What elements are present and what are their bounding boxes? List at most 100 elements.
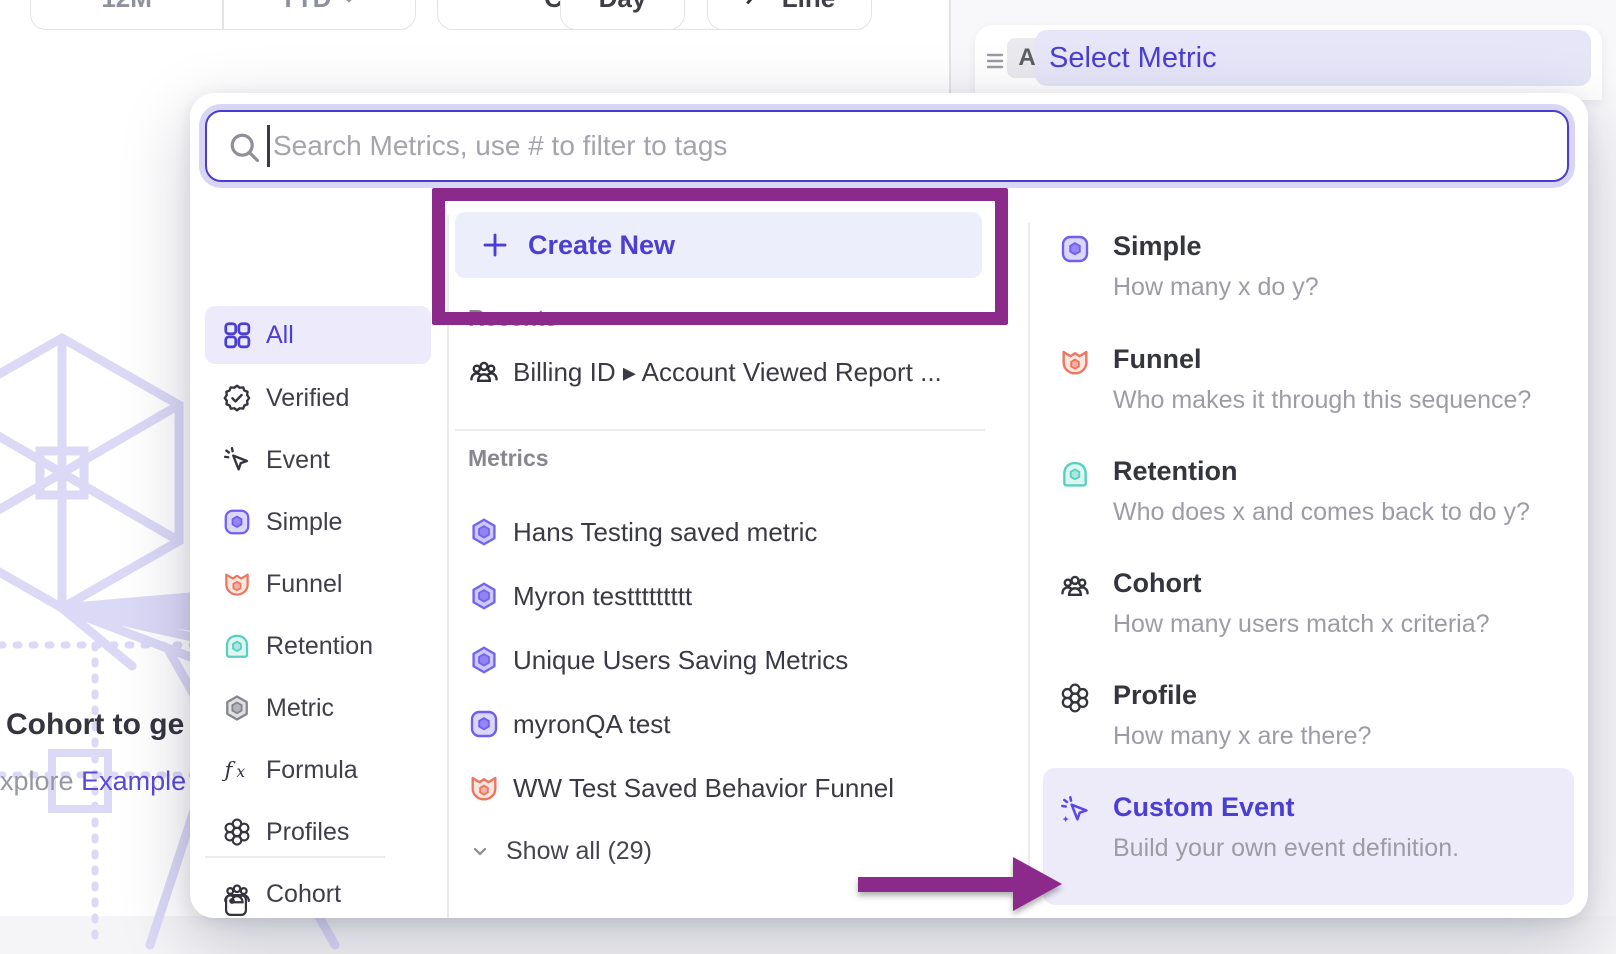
type-title: Profile bbox=[1113, 680, 1197, 711]
svg-text:ƒ: ƒ bbox=[222, 758, 237, 783]
retention-icon bbox=[1059, 458, 1091, 490]
profiles-flower-icon bbox=[1059, 682, 1091, 714]
type-cohort[interactable]: Cohort How many users match x criteria? bbox=[1043, 568, 1575, 663]
show-all-button[interactable]: Show all (29) bbox=[468, 828, 888, 874]
funnel-icon bbox=[1059, 346, 1091, 378]
sidebar-item-funnel[interactable]: Funnel bbox=[205, 555, 431, 613]
funnel-icon bbox=[468, 772, 500, 804]
sidebar-item-label: Simple bbox=[266, 508, 342, 537]
tag-icon[interactable] bbox=[222, 891, 250, 918]
column-divider bbox=[1028, 223, 1030, 883]
metric-list-item[interactable]: myronQA test bbox=[468, 700, 1008, 748]
simple-metric-icon bbox=[222, 507, 252, 537]
verified-badge-icon bbox=[222, 383, 252, 413]
recent-item-label: Billing ID ▸ Account Viewed Report ... bbox=[513, 357, 942, 388]
sidebar-item-label: All bbox=[266, 321, 294, 350]
cohort-people-icon bbox=[1059, 570, 1091, 602]
cohort-people-icon bbox=[468, 356, 500, 388]
saved-metric-icon bbox=[468, 644, 500, 676]
annotation-highlight-box bbox=[432, 188, 1008, 325]
search-box bbox=[205, 110, 1569, 182]
event-cursor-icon bbox=[222, 445, 252, 475]
metric-item-label: Hans Testing saved metric bbox=[513, 517, 817, 548]
background-explore-line: xplore Example bbox=[0, 766, 186, 797]
type-profile[interactable]: Profile How many x are there? bbox=[1043, 680, 1575, 775]
granularity-button[interactable]: Day bbox=[560, 0, 685, 30]
select-metric-button[interactable]: Select Metric bbox=[1035, 30, 1591, 86]
sidebar-divider bbox=[205, 856, 385, 858]
type-description: How many users match x criteria? bbox=[1113, 610, 1490, 639]
chart-type-label: Line bbox=[782, 0, 835, 14]
type-title: Cohort bbox=[1113, 568, 1201, 599]
custom-event-icon bbox=[1059, 794, 1091, 826]
range-ytd-button[interactable]: YTD bbox=[224, 0, 415, 29]
text-caret bbox=[267, 125, 270, 167]
sidebar-item-profiles[interactable]: Profiles bbox=[205, 803, 431, 861]
metrics-section-label: Metrics bbox=[468, 445, 549, 472]
metric-list-item[interactable]: Unique Users Saving Metrics bbox=[468, 636, 1008, 684]
type-funnel[interactable]: Funnel Who makes it through this sequenc… bbox=[1043, 344, 1575, 439]
sidebar-item-formula[interactable]: ƒ x Formula bbox=[205, 741, 431, 799]
background-headline-fragment: Cohort to ge bbox=[6, 708, 184, 742]
sidebar-item-label: Funnel bbox=[266, 570, 342, 599]
type-title: Custom Event bbox=[1113, 792, 1295, 823]
sidebar-item-label: Formula bbox=[266, 756, 358, 785]
granularity-label: Day bbox=[599, 0, 647, 14]
metric-item-label: myronQA test bbox=[513, 709, 671, 740]
show-all-label: Show all (29) bbox=[506, 837, 652, 866]
sidebar-item-retention[interactable]: Retention bbox=[205, 617, 431, 675]
chevron-down-icon bbox=[339, 0, 359, 8]
simple-metric-icon bbox=[468, 708, 500, 740]
type-description: How many x are there? bbox=[1113, 722, 1371, 751]
svg-text:x: x bbox=[236, 763, 245, 781]
search-icon bbox=[227, 130, 263, 166]
sidebar-item-label: Metric bbox=[266, 694, 334, 723]
funnel-icon bbox=[222, 569, 252, 599]
type-title: Simple bbox=[1113, 231, 1202, 262]
sidebar-item-metric[interactable]: Metric bbox=[205, 679, 431, 737]
metric-item-label: Unique Users Saving Metrics bbox=[513, 645, 848, 676]
type-description: How many x do y? bbox=[1113, 273, 1319, 302]
type-simple[interactable]: Simple How many x do y? bbox=[1043, 231, 1575, 326]
select-metric-label: Select Metric bbox=[1049, 42, 1217, 75]
metric-list-item[interactable]: WW Test Saved Behavior Funnel bbox=[468, 764, 1008, 812]
type-description: Who makes it through this sequence? bbox=[1113, 386, 1531, 415]
retention-icon bbox=[222, 631, 252, 661]
formula-icon: ƒ x bbox=[222, 755, 252, 785]
sidebar-item-label: Retention bbox=[266, 632, 373, 661]
metric-item-label: Myron testtttttttt bbox=[513, 581, 692, 612]
grid-icon bbox=[222, 320, 252, 350]
sidebar-item-verified[interactable]: Verified bbox=[205, 369, 431, 427]
simple-metric-icon bbox=[1059, 233, 1091, 265]
chart-type-button[interactable]: Line bbox=[707, 0, 872, 30]
profiles-flower-icon bbox=[222, 817, 252, 847]
type-title: Retention bbox=[1113, 456, 1238, 487]
metric-item-label: WW Test Saved Behavior Funnel bbox=[513, 773, 894, 804]
type-retention[interactable]: Retention Who does x and comes back to d… bbox=[1043, 456, 1575, 551]
middle-divider bbox=[455, 429, 985, 431]
type-description: Who does x and comes back to do y? bbox=[1113, 498, 1530, 527]
sidebar-item-simple[interactable]: Simple bbox=[205, 493, 431, 551]
metric-list-item[interactable]: Hans Testing saved metric bbox=[468, 508, 1008, 556]
drag-handle-icon[interactable] bbox=[985, 47, 1005, 73]
metric-list-item[interactable]: Myron testtttttttt bbox=[468, 572, 1008, 620]
example-link[interactable]: Example bbox=[81, 766, 186, 796]
sidebar-item-all[interactable]: All bbox=[205, 306, 431, 364]
range-ytd-label: YTD bbox=[279, 0, 331, 14]
type-title: Funnel bbox=[1113, 344, 1202, 375]
type-custom-event[interactable]: Custom Event Build your own event defini… bbox=[1043, 792, 1575, 887]
recent-item[interactable]: Billing ID ▸ Account Viewed Report ... bbox=[468, 348, 1008, 396]
range-12m-button[interactable]: 12M bbox=[31, 0, 222, 29]
metric-row-card: A Select Metric bbox=[975, 25, 1602, 100]
chevron-down-icon bbox=[468, 839, 492, 863]
screen: Cohort to ge xplore Example 12M YTD Comp… bbox=[0, 0, 1616, 954]
sidebar-item-label: Verified bbox=[266, 384, 349, 413]
date-range-control[interactable]: 12M YTD bbox=[30, 0, 416, 30]
annotation-arrow bbox=[850, 843, 1068, 923]
explore-text-fragment: xplore bbox=[0, 766, 74, 796]
range-12m-label: 12M bbox=[101, 0, 152, 14]
search-input[interactable] bbox=[271, 114, 1555, 178]
metric-hexagon-icon bbox=[222, 693, 252, 723]
sidebar-item-event[interactable]: Event bbox=[205, 431, 431, 489]
type-description: Build your own event definition. bbox=[1113, 834, 1459, 863]
